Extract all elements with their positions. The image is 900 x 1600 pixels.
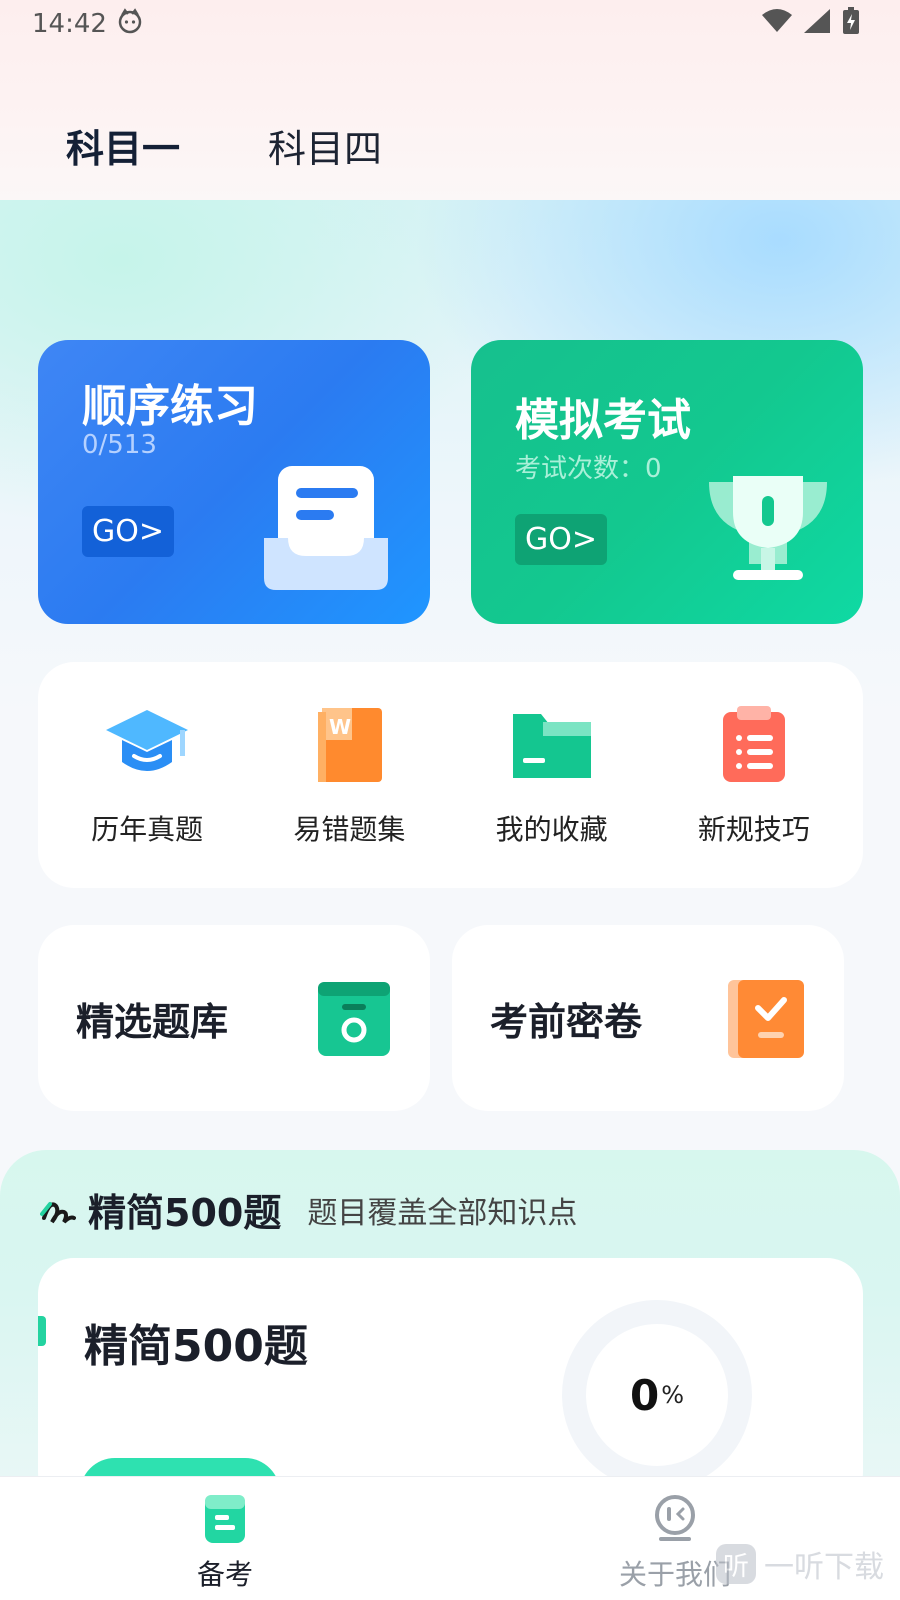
graduation-cap-icon [106,710,189,771]
top-header: 14:42 科目一 科目四 [0,0,900,200]
grid-item-wrong-questions[interactable]: W 易错题集 [259,702,439,848]
simplified-500-card[interactable]: 精简500题 0% [38,1258,863,1508]
book-icon: W [318,708,383,782]
features-grid: 历年真题 W 易错题集 我的收藏 新规技巧 [38,662,863,888]
prepare-book-icon [205,1495,245,1543]
battery-charging-icon [842,6,860,42]
pre-exam-paper-card[interactable]: 考前密卷 [452,925,844,1111]
status-left: 14:42 [32,7,143,41]
sequential-practice-card[interactable]: 顺序练习 0/513 GO> [38,340,430,624]
nav-label-about: 关于我们 [618,1558,731,1591]
nav-item-prepare[interactable]: 备考 [0,1477,450,1600]
cat-notification-icon [117,7,143,41]
section-header: 精简500题 题目覆盖全部知识点 [40,1182,577,1237]
exam-count: 考试次数：0 [515,454,662,484]
progress-ring: 0% [562,1300,752,1490]
grid-label-wrong-questions: 易错题集 [293,813,406,846]
watermark-text: 一听下载 [764,1550,884,1585]
pre-exam-paper-title: 考前密卷 [490,999,643,1044]
practice-progress: 0/513 [82,430,157,460]
mock-exam-card[interactable]: 模拟考试 考试次数：0 GO> [471,340,863,624]
question-bank-title: 精选题库 [76,999,229,1044]
grid-item-favorites[interactable]: 我的收藏 [462,702,642,848]
watermark: 听 一听下载 [716,1542,884,1586]
watermark-badge: 听 [716,1544,756,1584]
tab-subject-one[interactable]: 科目一 [66,118,180,173]
wifi-icon [762,8,792,40]
grid-item-new-rules[interactable]: 新规技巧 [664,702,844,848]
about-face-icon [655,1495,695,1541]
accent-bar [38,1316,46,1346]
exam-title: 模拟考试 [515,395,691,446]
grid-label-past-exams: 历年真题 [91,813,204,846]
question-bank-card[interactable]: 精选题库 [38,925,430,1111]
subject-tabs: 科目一 科目四 [66,118,382,173]
status-time: 14:42 [32,9,107,39]
signal-icon [804,8,830,40]
grid-item-past-exams[interactable]: 历年真题 [57,702,237,848]
practice-title: 顺序练习 [82,381,258,432]
grid-label-favorites: 我的收藏 [495,813,608,846]
nav-label-prepare: 备考 [196,1558,253,1591]
exam-go-button[interactable]: GO> [515,514,607,565]
status-right [762,6,860,42]
question-bank-icon [318,982,390,1056]
secret-paper-icon [728,980,804,1058]
folder-icon [512,714,591,778]
tab-subject-four[interactable]: 科目四 [268,118,382,173]
simplified-500-card-title: 精简500题 [84,1321,308,1372]
clipboard-icon [722,706,785,782]
progress-unit: % [661,1381,685,1409]
practice-go-button[interactable]: GO> [82,506,174,557]
trophy-icon [703,468,833,602]
signature-swirl-icon [40,1201,76,1223]
grid-label-new-rules: 新规技巧 [697,813,810,846]
document-tray-icon [260,460,400,604]
section-title: 精简500题 [88,1191,282,1235]
progress-value: 0 [629,1370,660,1420]
status-bar: 14:42 [0,0,900,48]
section-subtitle: 题目覆盖全部知识点 [307,1195,578,1231]
svg-text:W: W [329,715,351,739]
